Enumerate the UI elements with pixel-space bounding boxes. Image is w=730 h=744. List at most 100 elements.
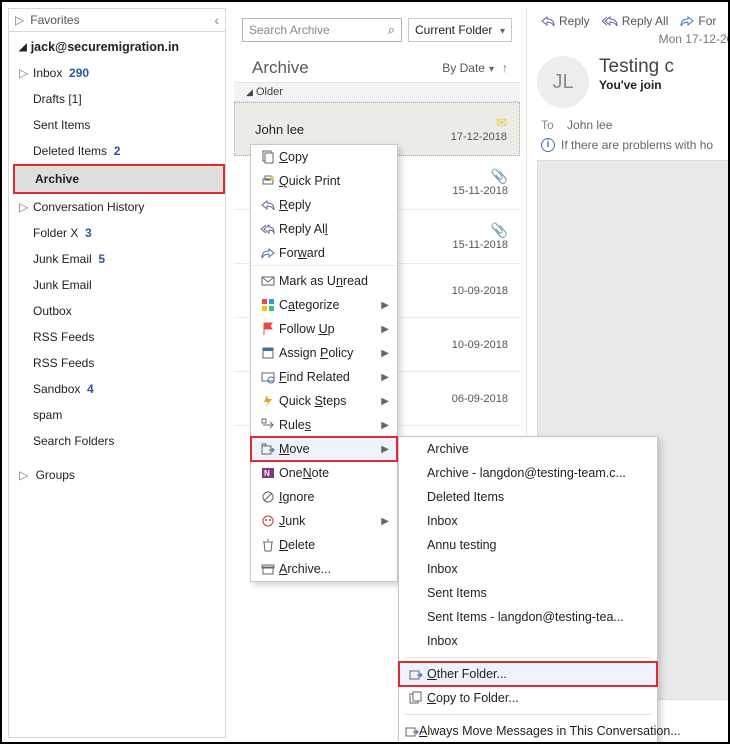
menu-label: Move — [279, 442, 367, 456]
submenu-label: Sent Items — [427, 586, 649, 600]
menu-label: Copy — [279, 150, 389, 164]
submenu-always-move[interactable]: Always Move Messages in This Conversatio… — [399, 719, 657, 743]
folder-badge: 4 — [87, 382, 94, 396]
menu-label: Delete — [279, 538, 389, 552]
group-header[interactable]: ◢ Older — [234, 82, 520, 102]
chevron-right-icon: ▷ — [19, 64, 29, 82]
submenu-item[interactable]: Inbox — [399, 509, 657, 533]
subject: Testing c — [599, 56, 674, 78]
menu-item-move[interactable]: Move▶ — [251, 437, 397, 461]
search-icon[interactable] — [388, 22, 395, 38]
favorites-header[interactable]: ▷ Favorites — [9, 9, 225, 32]
message-date: 10-09-2018 — [452, 285, 508, 297]
info-row: i If there are problems with ho — [527, 136, 730, 160]
menu-item-replyall[interactable]: Reply All — [251, 217, 397, 241]
folder-badge: 290 — [69, 66, 89, 80]
submenu-item[interactable]: Archive — [399, 437, 657, 461]
folder-item[interactable]: RSS Feeds — [13, 324, 225, 350]
folder-item[interactable]: Deleted Items 2 — [13, 138, 225, 164]
forward-button[interactable]: For — [680, 14, 716, 28]
submenu-item[interactable]: Sent Items - langdon@testing-tea... — [399, 605, 657, 629]
menu-item-archive[interactable]: Archive... — [251, 557, 397, 581]
submenu-item[interactable]: Deleted Items — [399, 485, 657, 509]
quickprint-icon — [257, 174, 279, 188]
menu-item-qs[interactable]: Quick Steps▶ — [251, 389, 397, 413]
menu-label: Forward — [279, 246, 389, 260]
menu-item-rules[interactable]: Rules▶ — [251, 413, 397, 437]
collapse-icon[interactable] — [214, 12, 219, 28]
sort-dropdown[interactable]: By Date — [442, 61, 494, 75]
always-move-icon — [405, 724, 419, 738]
rules-icon — [257, 418, 279, 432]
menu-item-followup[interactable]: Follow Up▶ — [251, 317, 397, 341]
folder-item[interactable]: Search Folders — [13, 428, 225, 454]
assign-icon — [257, 346, 279, 360]
search-row: Search Archive Current Folder — [234, 8, 520, 48]
folder-item[interactable]: Drafts [1] — [13, 86, 225, 112]
folder-item[interactable]: Junk Email — [13, 272, 225, 298]
folder-item[interactable]: Folder X 3 — [13, 220, 225, 246]
submenu-item[interactable]: Annu testing — [399, 533, 657, 557]
search-scope-dropdown[interactable]: Current Folder — [408, 18, 512, 42]
submenu-label: Annu testing — [427, 538, 649, 552]
message-date: 10-09-2018 — [452, 339, 508, 351]
avatar: JL — [537, 56, 589, 108]
menu-item-assign[interactable]: Assign Policy▶ — [251, 341, 397, 365]
menu-item-quickprint[interactable]: Quick Print — [251, 169, 397, 193]
menu-item-ignore[interactable]: Ignore — [251, 485, 397, 509]
subtitle: You've join — [599, 78, 674, 92]
menu-item-reply[interactable]: Reply — [251, 193, 397, 217]
folder-item[interactable]: Archive — [15, 166, 223, 192]
triangle-down-icon: ◢ — [19, 42, 27, 53]
folder-item[interactable]: Sent Items — [13, 112, 225, 138]
submenu-item[interactable]: Archive - langdon@testing-team.c... — [399, 461, 657, 485]
submenu-item[interactable]: Inbox — [399, 629, 657, 653]
caret-down-icon — [496, 23, 505, 37]
sort-direction-icon[interactable] — [494, 61, 508, 75]
to-label: To — [541, 118, 554, 132]
submenu-label: Inbox — [427, 514, 649, 528]
folder-item[interactable]: RSS Feeds — [13, 350, 225, 376]
submenu-copy-to-folder[interactable]: Copy to Folder... — [399, 686, 657, 710]
envelope-icon: ✉ — [451, 115, 507, 131]
menu-item-forward[interactable]: Forward — [251, 241, 397, 265]
submenu-label: Copy to Folder... — [427, 691, 649, 705]
menu-item-junk[interactable]: Junk▶ — [251, 509, 397, 533]
folder-item[interactable]: Junk Email 5 — [13, 246, 225, 272]
chevron-right-icon: ▶ — [381, 348, 389, 359]
submenu-label: Sent Items - langdon@testing-tea... — [427, 610, 649, 624]
menu-item-unread[interactable]: Mark as Unread — [251, 269, 397, 293]
attachment-icon: 📎 — [453, 222, 508, 239]
submenu-item[interactable]: Inbox — [399, 557, 657, 581]
list-header: Archive By Date — [234, 48, 520, 82]
chevron-right-icon: ▶ — [381, 324, 389, 335]
menu-label: Rules — [279, 418, 367, 432]
chevron-right-icon: ▶ — [381, 300, 389, 311]
svg-text:N: N — [264, 469, 270, 478]
reply-all-button[interactable]: Reply All — [602, 14, 669, 28]
forward-icon — [680, 15, 694, 27]
menu-item-delete[interactable]: Delete — [251, 533, 397, 557]
search-input[interactable]: Search Archive — [242, 18, 402, 42]
menu-item-categorize[interactable]: Categorize▶ — [251, 293, 397, 317]
submenu-other-folder[interactable]: Other Folder... — [399, 662, 657, 686]
message-from: John lee — [255, 122, 304, 137]
submenu-item[interactable]: Sent Items — [399, 581, 657, 605]
folder-item[interactable]: Sandbox 4 — [13, 376, 225, 402]
folder-item[interactable]: ▷Conversation History — [13, 194, 225, 220]
folder-label: Drafts [1] — [33, 92, 82, 106]
menu-label: Ignore — [279, 490, 389, 504]
menu-item-onenote[interactable]: NOneNote — [251, 461, 397, 485]
message-date: 15-11-2018 — [453, 185, 508, 197]
groups-item[interactable]: ▷ Groups — [9, 454, 225, 486]
menu-item-copy[interactable]: Copy — [251, 145, 397, 169]
message-date: 17-12-2018 — [451, 131, 507, 143]
account-header[interactable]: ◢ jack@securemigration.in — [9, 32, 225, 60]
menu-label: Mark as Unread — [279, 274, 389, 288]
folder-item[interactable]: Outbox — [13, 298, 225, 324]
folder-item[interactable]: ▷Inbox 290 — [13, 60, 225, 86]
folder-item[interactable]: spam — [13, 402, 225, 428]
reply-button[interactable]: Reply — [541, 14, 590, 28]
menu-item-find[interactable]: Find Related▶ — [251, 365, 397, 389]
menu-label: Reply All — [279, 222, 389, 236]
